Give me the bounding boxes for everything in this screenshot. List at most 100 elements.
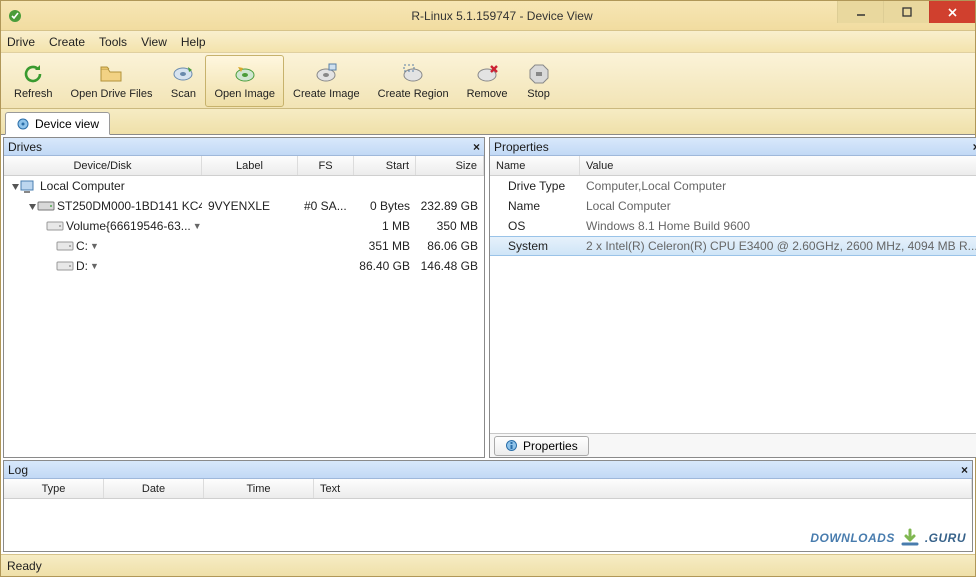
col-label[interactable]: Label <box>202 156 298 175</box>
property-row[interactable]: System2 x Intel(R) Celeron(R) CPU E3400 … <box>490 236 976 256</box>
dropdown-icon[interactable]: ▼ <box>193 221 202 231</box>
cell-label: 9VYENXLE <box>202 199 298 213</box>
refresh-label: Refresh <box>14 88 53 100</box>
device-name: D: <box>76 259 88 273</box>
computer-icon <box>20 180 36 192</box>
stop-icon <box>526 61 552 87</box>
create-region-button[interactable]: Create Region <box>369 55 458 107</box>
col-log-date[interactable]: Date <box>104 479 204 498</box>
col-device[interactable]: Device/Disk <box>4 156 202 175</box>
create-region-label: Create Region <box>378 88 449 100</box>
prop-value: 2 x Intel(R) Celeron(R) CPU E3400 @ 2.60… <box>580 239 976 253</box>
cell-size: 86.06 GB <box>416 239 484 253</box>
col-start[interactable]: Start <box>354 156 416 175</box>
prop-value: Computer,Local Computer <box>580 179 976 193</box>
dropdown-icon[interactable]: ▼ <box>90 261 99 271</box>
properties-title-text: Properties <box>494 140 549 154</box>
cell-device: D:▼ <box>4 259 202 273</box>
prop-name: OS <box>490 219 580 233</box>
maximize-button[interactable] <box>883 1 929 23</box>
cell-start: 0 Bytes <box>354 199 416 213</box>
menu-create[interactable]: Create <box>49 35 85 49</box>
menubar: Drive Create Tools View Help <box>1 31 975 53</box>
cell-device: Volume{66619546-63...▼ <box>4 219 202 233</box>
create-region-icon <box>400 61 426 87</box>
log-title-text: Log <box>8 463 28 477</box>
menu-tools[interactable]: Tools <box>99 35 127 49</box>
property-row[interactable]: Drive TypeComputer,Local Computer <box>490 176 976 196</box>
property-row[interactable]: NameLocal Computer <box>490 196 976 216</box>
remove-icon <box>474 61 500 87</box>
watermark-a: DOWNLOADS <box>810 531 895 545</box>
drive-row[interactable]: D:▼86.40 GB146.48 GB <box>4 256 484 276</box>
vol-icon <box>56 240 72 252</box>
tree-caret-icon[interactable] <box>28 202 37 211</box>
toolbar: Refresh Open Drive Files Scan Open Image Cre… <box>1 53 975 109</box>
watermark: DOWNLOADS .GURU <box>810 527 966 549</box>
drives-close-icon[interactable]: × <box>473 140 480 154</box>
drives-title-text: Drives <box>8 140 42 154</box>
status-text: Ready <box>7 559 42 573</box>
cell-size: 350 MB <box>416 219 484 233</box>
properties-close-icon[interactable]: × <box>973 140 976 154</box>
open-image-label: Open Image <box>214 88 275 100</box>
col-size[interactable]: Size <box>416 156 484 175</box>
open-image-button[interactable]: Open Image <box>205 55 284 107</box>
tree-caret-icon[interactable] <box>10 182 20 191</box>
col-fs[interactable]: FS <box>298 156 354 175</box>
drive-row[interactable]: Local Computer <box>4 176 484 196</box>
drives-tree[interactable]: Local ComputerST250DM000-1BD141 KC44▼9VY… <box>4 176 484 457</box>
cell-fs: #0 SA... <box>298 199 354 213</box>
close-button[interactable] <box>929 1 975 23</box>
properties-columns: Name Value <box>490 156 976 176</box>
refresh-icon <box>20 61 46 87</box>
property-row[interactable]: OSWindows 8.1 Home Build 9600 <box>490 216 976 236</box>
drives-panel-title: Drives × <box>4 138 484 156</box>
create-image-icon <box>313 61 339 87</box>
menu-view[interactable]: View <box>141 35 167 49</box>
log-columns: Type Date Time Text <box>4 479 972 499</box>
scan-label: Scan <box>171 88 196 100</box>
remove-button[interactable]: Remove <box>458 55 517 107</box>
properties-list[interactable]: Drive TypeComputer,Local ComputerNameLoc… <box>490 176 976 433</box>
log-close-icon[interactable]: × <box>961 463 968 477</box>
properties-tab-label: Properties <box>523 439 578 453</box>
window-controls <box>837 1 975 23</box>
menu-drive[interactable]: Drive <box>7 35 35 49</box>
prop-value: Local Computer <box>580 199 976 213</box>
dropdown-icon[interactable]: ▼ <box>90 241 99 251</box>
prop-name: System <box>490 239 580 253</box>
col-prop-name[interactable]: Name <box>490 156 580 175</box>
properties-bottom-tabs: Properties <box>490 433 976 457</box>
tab-properties[interactable]: Properties <box>494 436 589 456</box>
scan-button[interactable]: Scan <box>161 55 205 107</box>
drives-panel: Drives × Device/Disk Label FS Start Size… <box>3 137 485 458</box>
menu-help[interactable]: Help <box>181 35 206 49</box>
refresh-button[interactable]: Refresh <box>5 55 62 107</box>
cell-size: 232.89 GB <box>416 199 484 213</box>
col-prop-value[interactable]: Value <box>580 156 976 175</box>
create-image-button[interactable]: Create Image <box>284 55 369 107</box>
vol-icon <box>46 220 62 232</box>
app-icon <box>7 8 23 24</box>
log-panel-title: Log × <box>4 461 972 479</box>
col-log-text[interactable]: Text <box>314 479 972 498</box>
col-log-type[interactable]: Type <box>4 479 104 498</box>
open-image-icon <box>232 61 258 87</box>
tab-device-view-label: Device view <box>35 117 99 131</box>
open-drive-files-button[interactable]: Open Drive Files <box>62 55 162 107</box>
drive-row[interactable]: ST250DM000-1BD141 KC44▼9VYENXLE#0 SA...0… <box>4 196 484 216</box>
device-name: ST250DM000-1BD141 KC44 <box>57 199 202 213</box>
properties-panel: Properties × Name Value Drive TypeComput… <box>489 137 976 458</box>
drive-row[interactable]: C:▼351 MB86.06 GB <box>4 236 484 256</box>
device-name: C: <box>76 239 88 253</box>
main-area: Drives × Device/Disk Label FS Start Size… <box>1 135 975 460</box>
minimize-button[interactable] <box>837 1 883 23</box>
properties-tab-icon <box>505 439 518 452</box>
tab-device-view[interactable]: Device view <box>5 112 110 135</box>
drive-row[interactable]: Volume{66619546-63...▼1 MB350 MB <box>4 216 484 236</box>
col-log-time[interactable]: Time <box>204 479 314 498</box>
cell-device: C:▼ <box>4 239 202 253</box>
stop-button[interactable]: Stop <box>517 55 561 107</box>
vol-icon <box>56 260 72 272</box>
